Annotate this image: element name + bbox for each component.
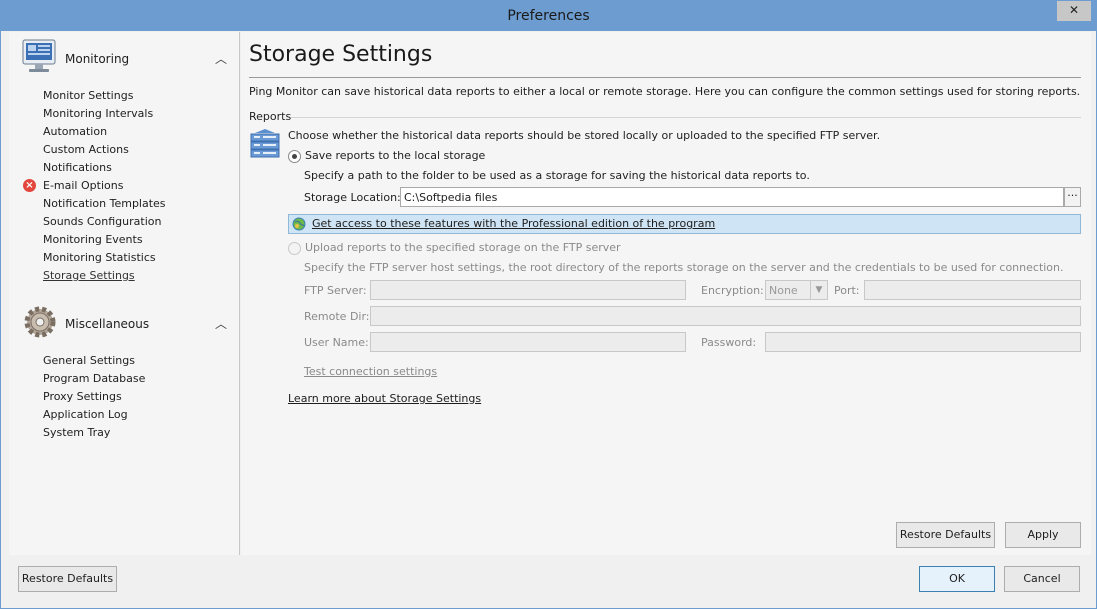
sidebar-item-monitoring-statistics[interactable]: Monitoring Statistics — [43, 249, 166, 267]
error-icon: × — [23, 179, 36, 192]
local-storage-radio[interactable] — [288, 150, 301, 163]
port-label: Port: — [834, 284, 860, 297]
sidebar-item-program-database[interactable]: Program Database — [43, 370, 145, 388]
test-connection-link[interactable]: Test connection settings — [304, 365, 437, 378]
close-button[interactable]: ✕ — [1057, 1, 1091, 21]
group-label-miscellaneous: Miscellaneous — [65, 317, 150, 331]
ftp-storage-radio[interactable] — [288, 242, 301, 255]
sidebar-item-automation[interactable]: Automation — [43, 123, 166, 141]
port-input[interactable] — [864, 280, 1081, 300]
settings-panel: Storage Settings Ping Monitor can save h… — [241, 32, 1091, 555]
sidebar-item-general-settings[interactable]: General Settings — [43, 352, 145, 370]
group-header-miscellaneous[interactable]: Miscellaneous ︿ — [21, 303, 231, 343]
group-header-monitoring[interactable]: Monitoring ︿ — [21, 38, 231, 78]
window-title: Preferences — [507, 8, 590, 24]
password-input[interactable] — [765, 332, 1081, 352]
storage-location-input[interactable]: C:\Softpedia files — [400, 187, 1064, 207]
ftp-storage-hint: Specify the FTP server host settings, th… — [304, 261, 1064, 274]
ftp-server-label: FTP Server: — [304, 284, 367, 297]
ok-button[interactable]: OK — [919, 566, 995, 592]
password-label: Password: — [701, 336, 757, 349]
sidebar-item-system-tray[interactable]: System Tray — [43, 424, 145, 442]
storage-location-label: Storage Location: — [304, 191, 401, 204]
user-name-input[interactable] — [370, 332, 686, 352]
title-bar: Preferences ✕ — [1, 1, 1096, 31]
group-label-monitoring: Monitoring — [65, 52, 130, 66]
sidebar-item-proxy-settings[interactable]: Proxy Settings — [43, 388, 145, 406]
remote-dir-input[interactable] — [370, 306, 1081, 326]
monitoring-nav-list: Monitor Settings Monitoring Intervals Au… — [23, 87, 166, 285]
ftp-storage-label[interactable]: Upload reports to the specified storage … — [305, 241, 621, 254]
sidebar-item-custom-actions[interactable]: Custom Actions — [43, 141, 166, 159]
panel-restore-defaults-button[interactable]: Restore Defaults — [896, 522, 995, 548]
local-storage-label[interactable]: Save reports to the local storage — [305, 149, 485, 162]
learn-more-link[interactable]: Learn more about Storage Settings — [288, 392, 481, 405]
section-label-reports: Reports — [249, 110, 292, 123]
sidebar-item-monitoring-intervals[interactable]: Monitoring Intervals — [43, 105, 166, 123]
promo-banner: Get access to these features with the Pr… — [288, 214, 1081, 234]
cancel-button[interactable]: Cancel — [1004, 566, 1080, 592]
user-name-label: User Name: — [304, 336, 369, 349]
sidebar-item-notifications[interactable]: Notifications — [43, 159, 166, 177]
gear-icon — [24, 306, 56, 338]
encryption-value: None — [769, 284, 798, 297]
ftp-server-input[interactable] — [370, 280, 686, 300]
section-divider — [291, 117, 1081, 118]
sidebar-item-notification-templates[interactable]: Notification Templates — [43, 195, 166, 213]
sidebar-item-email-options[interactable]: × E-mail Options — [23, 177, 166, 195]
professional-edition-link[interactable]: Get access to these features with the Pr… — [312, 217, 715, 230]
encryption-label: Encryption: — [701, 284, 764, 297]
sidebar: Monitoring ︿ Monitor Settings Monitoring… — [9, 32, 240, 555]
globe-icon — [292, 217, 306, 231]
apply-button[interactable]: Apply — [1005, 522, 1081, 548]
sidebar-item-label: E-mail Options — [43, 179, 124, 192]
remote-dir-label: Remote Dir: — [304, 310, 370, 323]
miscellaneous-nav-list: General Settings Program Database Proxy … — [43, 352, 145, 442]
sidebar-item-storage-settings[interactable]: Storage Settings — [43, 267, 166, 285]
page-title: Storage Settings — [249, 42, 433, 67]
sidebar-item-monitoring-events[interactable]: Monitoring Events — [43, 231, 166, 249]
local-storage-hint: Specify a path to the folder to be used … — [304, 169, 810, 182]
monitor-icon — [22, 39, 56, 72]
restore-defaults-button[interactable]: Restore Defaults — [18, 566, 117, 592]
sidebar-item-application-log[interactable]: Application Log — [43, 406, 145, 424]
encryption-select[interactable]: None ▼ — [765, 280, 828, 300]
page-description: Ping Monitor can save historical data re… — [249, 85, 1081, 98]
preferences-window: Preferences ✕ Monitoring ︿ Monitor Setti… — [0, 0, 1097, 609]
browse-button[interactable]: ··· — [1064, 187, 1081, 207]
title-divider — [249, 77, 1081, 78]
chevron-down-icon: ▼ — [810, 281, 827, 299]
sidebar-item-sounds-configuration[interactable]: Sounds Configuration — [43, 213, 166, 231]
storage-icon — [250, 129, 280, 158]
chevron-up-icon[interactable]: ︿ — [215, 50, 227, 67]
choose-storage-text: Choose whether the historical data repor… — [288, 129, 881, 142]
sidebar-item-monitor-settings[interactable]: Monitor Settings — [43, 87, 166, 105]
chevron-up-icon[interactable]: ︿ — [215, 315, 227, 332]
